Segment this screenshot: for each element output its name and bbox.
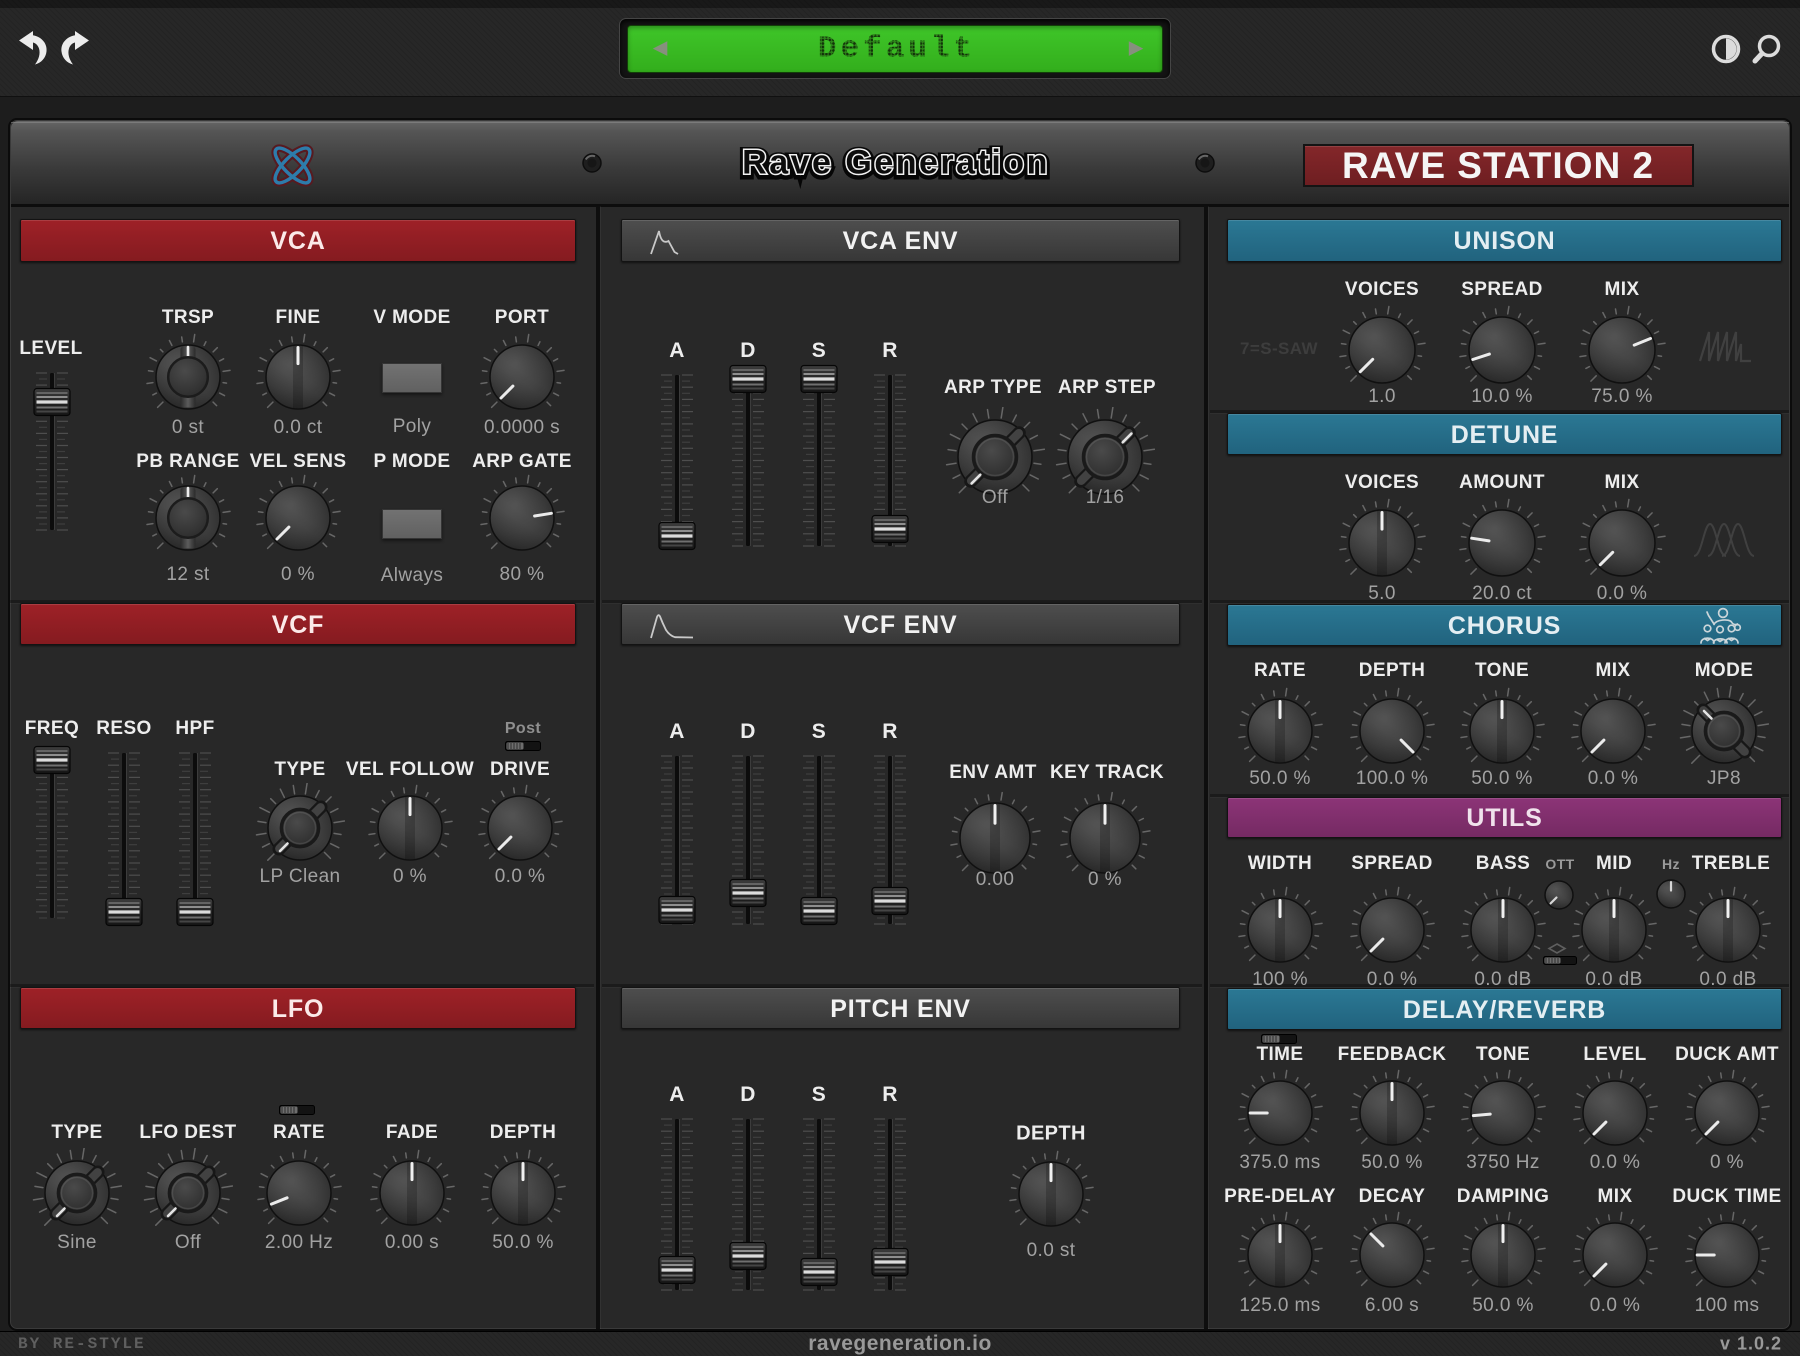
svg-text:Rave Generation: Rave Generation bbox=[742, 144, 1050, 182]
